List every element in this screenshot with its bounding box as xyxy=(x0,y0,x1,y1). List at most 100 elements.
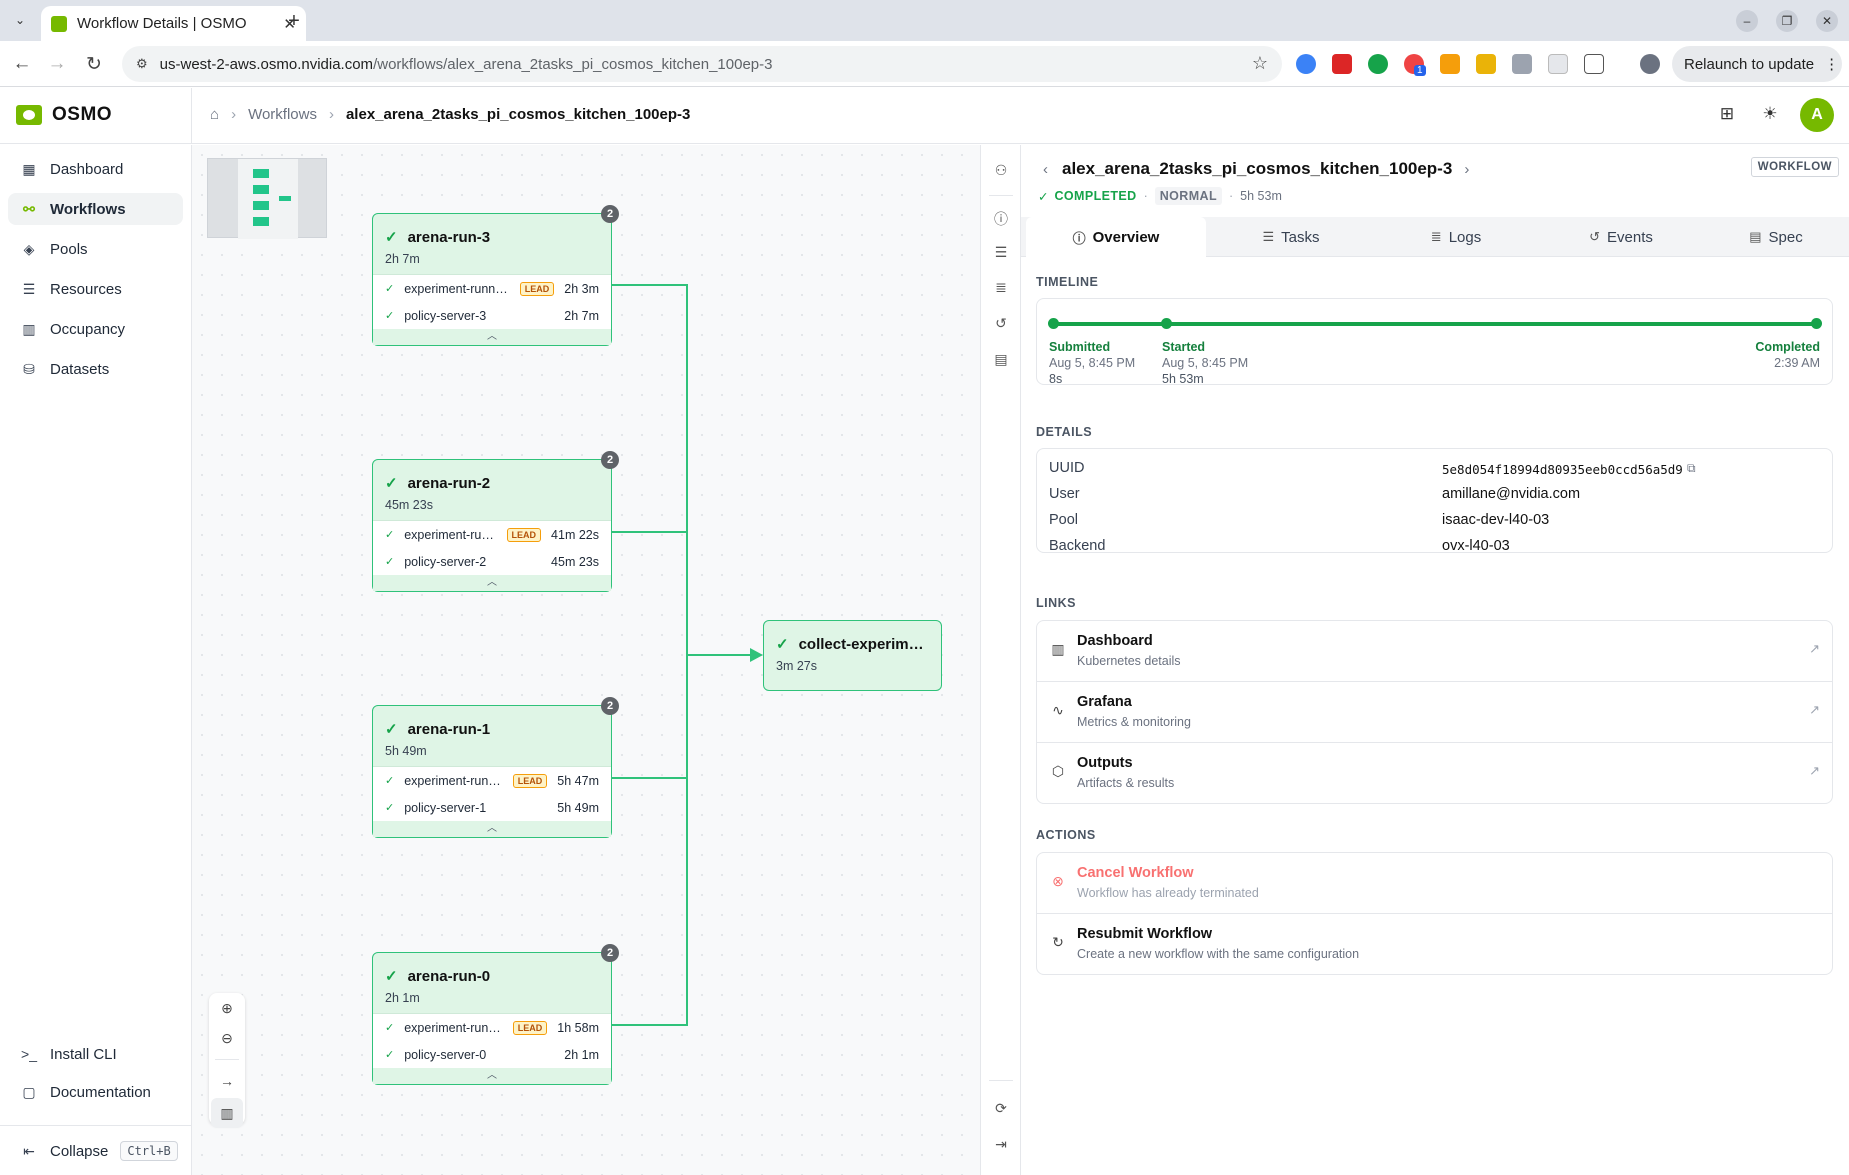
profile-avatar-icon[interactable] xyxy=(1640,54,1660,74)
tab-overview[interactable]: ⓘ Overview xyxy=(1026,217,1206,257)
task-duration: 1h 58m xyxy=(557,1020,599,1035)
tab-logs[interactable]: ≣ Logs xyxy=(1376,217,1536,257)
relaunch-button[interactable]: Relaunch to update ⋮ xyxy=(1672,46,1842,82)
check-icon: ✓ xyxy=(385,529,395,541)
browser-tab[interactable]: Workflow Details | OSMO ✕ xyxy=(41,6,306,41)
task-row[interactable]: ✓ policy-server-2 45m 23s xyxy=(373,548,611,575)
zoom-in-icon[interactable]: ⊕ xyxy=(209,993,245,1023)
exit-panel-icon[interactable]: ⇥ xyxy=(991,1136,1011,1156)
task-group-arena-run-1[interactable]: 2 ✓ arena-run-1 5h 49m ✓ experiment-runn..… xyxy=(372,697,619,838)
minimize-icon[interactable]: – xyxy=(1736,10,1758,32)
extension-icon[interactable] xyxy=(1512,54,1532,74)
graph-layout-icon[interactable]: ⚇ xyxy=(991,162,1011,182)
theme-sun-icon[interactable]: ☀ xyxy=(1758,104,1782,128)
task-row[interactable]: ✓ policy-server-0 2h 1m xyxy=(373,1041,611,1068)
relaunch-label: Relaunch to update xyxy=(1684,55,1815,73)
home-icon[interactable]: ⌂ xyxy=(210,106,219,123)
forward-icon[interactable]: → xyxy=(45,53,69,75)
extension-icon[interactable] xyxy=(1548,54,1568,74)
extension-icon[interactable] xyxy=(1440,54,1460,74)
list-icon[interactable]: ☰ xyxy=(991,244,1011,264)
collapse-chevron-icon[interactable]: ︿ xyxy=(373,821,611,837)
collapse-chevron-icon[interactable]: ︿ xyxy=(373,329,611,345)
zoom-out-icon[interactable]: ⊖ xyxy=(209,1023,245,1053)
restore-icon[interactable]: ❐ xyxy=(1776,10,1798,32)
map-toggle-icon[interactable]: ▥ xyxy=(211,1098,243,1128)
check-icon: ✓ xyxy=(385,475,398,492)
osmo-logo[interactable]: OSMO xyxy=(16,104,112,126)
link-dashboard[interactable]: ▥ Dashboard Kubernetes details ↗ xyxy=(1037,621,1832,682)
task-group-arena-run-3[interactable]: 2 ✓ arena-run-3 2h 7m ✓ experiment-runner-… xyxy=(372,205,619,346)
history-icon[interactable]: ↺ xyxy=(991,315,1011,335)
tab-tasks[interactable]: ☰ Tasks xyxy=(1211,217,1371,257)
sidebar-item-resources[interactable]: ☰ Resources xyxy=(8,273,183,305)
sidebar-item-documentation[interactable]: ▢ Documentation xyxy=(8,1076,183,1108)
check-icon: ✓ xyxy=(385,556,395,568)
task-count-badge: 2 xyxy=(601,451,619,469)
next-chevron-icon[interactable]: › xyxy=(1464,161,1469,178)
breadcrumb: ⌂ › Workflows › alex_arena_2tasks_pi_cos… xyxy=(210,106,690,123)
extension-icon[interactable] xyxy=(1296,54,1316,74)
sidebar-item-datasets[interactable]: ⛁ Datasets xyxy=(8,353,183,385)
task-group-arena-run-0[interactable]: 2 ✓ arena-run-0 2h 1m ✓ experiment-runn...… xyxy=(372,944,619,1085)
link-grafana[interactable]: ∿ Grafana Metrics & monitoring ↗ xyxy=(1037,682,1832,743)
sidebar-item-install-cli[interactable]: >_ Install CLI xyxy=(8,1038,183,1070)
extension-icon[interactable] xyxy=(1332,54,1352,74)
app-header: OSMO ⌂ › Workflows › alex_arena_2tasks_p… xyxy=(0,88,1849,144)
extension-icon[interactable] xyxy=(1368,54,1388,74)
avatar[interactable]: A xyxy=(1800,98,1834,132)
task-row[interactable]: ✓ experiment-runn... LEAD 1h 58m xyxy=(373,1014,611,1041)
task-row[interactable]: ✓ experiment-runner-3 LEAD 2h 3m xyxy=(373,275,611,302)
info-icon[interactable]: ⓘ xyxy=(991,209,1011,229)
section-label-links: LINKS xyxy=(1036,596,1076,610)
resubmit-workflow-button[interactable]: ↻ Resubmit Workflow Create a new workflo… xyxy=(1037,914,1832,975)
browser-tab-strip: ⌄ Workflow Details | OSMO ✕ + – ❐ ✕ xyxy=(0,0,1849,41)
extension-icon[interactable] xyxy=(1476,54,1496,74)
tab-events[interactable]: ↺ Events xyxy=(1541,217,1701,257)
tab-spec[interactable]: ▤ Spec xyxy=(1706,217,1846,257)
task-row[interactable]: ✓ experiment-run... LEAD 41m 22s xyxy=(373,521,611,548)
collapse-chevron-icon[interactable]: ︿ xyxy=(373,1068,611,1084)
task-row[interactable]: ✓ policy-server-1 5h 49m xyxy=(373,794,611,821)
bookmark-star-icon[interactable]: ☆ xyxy=(1252,53,1268,74)
timeline-event-elapsed: 5h 53m xyxy=(1162,372,1204,386)
copy-icon[interactable]: ⧉ xyxy=(1687,461,1696,476)
timeline-started: Started Aug 5, 8:45 PM 5h 53m xyxy=(1162,339,1248,387)
more-menu-icon[interactable]: ⋮ xyxy=(1824,55,1839,73)
task-row[interactable]: ✓ policy-server-3 2h 7m xyxy=(373,302,611,329)
task-row[interactable]: ✓ experiment-runn... LEAD 5h 47m xyxy=(373,767,611,794)
task-name: experiment-runner-3 xyxy=(404,281,512,296)
task-group-arena-run-2[interactable]: 2 ✓ arena-run-2 45m 23s ✓ experiment-run..… xyxy=(372,451,619,592)
task-node-collect[interactable]: ✓ collect-experime... 3m 27s xyxy=(763,620,942,691)
site-info-icon[interactable]: ⚙ xyxy=(136,56,148,72)
prev-chevron-icon[interactable]: ‹ xyxy=(1043,161,1048,178)
sidebar-item-occupancy[interactable]: ▥ Occupancy xyxy=(8,313,183,345)
link-outputs[interactable]: ⬡ Outputs Artifacts & results ↗ xyxy=(1037,743,1832,804)
group-name: arena-run-3 xyxy=(407,228,491,246)
sidebar-item-workflows[interactable]: ⚯ Workflows xyxy=(8,193,183,225)
back-icon[interactable]: ← xyxy=(10,53,34,75)
tab-search-chevron-icon[interactable]: ⌄ xyxy=(8,8,32,32)
breadcrumb-workflows[interactable]: Workflows xyxy=(248,106,317,123)
task-count-badge: 2 xyxy=(601,944,619,962)
file-code-icon[interactable]: ▤ xyxy=(991,351,1011,371)
reload-icon[interactable]: ↻ xyxy=(82,53,106,76)
sidebar-item-label: Pools xyxy=(50,240,88,258)
refresh-icon[interactable]: ⟳ xyxy=(991,1100,1011,1120)
cancel-workflow-button[interactable]: ⊗ Cancel Workflow Workflow has already t… xyxy=(1037,853,1832,914)
window-close-icon[interactable]: ✕ xyxy=(1816,10,1838,32)
collapse-chevron-icon[interactable]: ︿ xyxy=(373,575,611,591)
url-field[interactable]: ⚙ us-west-2-aws.osmo.nvidia.com/workflow… xyxy=(122,46,1282,82)
add-panel-icon[interactable]: ⊞ xyxy=(1715,104,1739,128)
sidebar-item-pools[interactable]: ◈ Pools xyxy=(8,233,183,265)
workflow-graph-canvas[interactable]: 2 ✓ arena-run-3 2h 7m ✓ experiment-runner-… xyxy=(192,145,980,1175)
extensions-puzzle-icon[interactable] xyxy=(1584,54,1604,74)
new-tab-icon[interactable]: + xyxy=(282,10,306,33)
detail-label: Pool xyxy=(1049,512,1079,528)
search-logs-icon[interactable]: ≣ xyxy=(991,279,1011,299)
fit-view-arrow-icon[interactable]: → xyxy=(209,1066,245,1096)
sidebar-item-dashboard[interactable]: ▦ Dashboard xyxy=(8,153,183,185)
timeline-event-name: Started xyxy=(1162,340,1206,354)
lead-badge: LEAD xyxy=(512,773,548,788)
collapse-button[interactable]: ⇤ Collapse Ctrl+B xyxy=(8,1135,183,1167)
